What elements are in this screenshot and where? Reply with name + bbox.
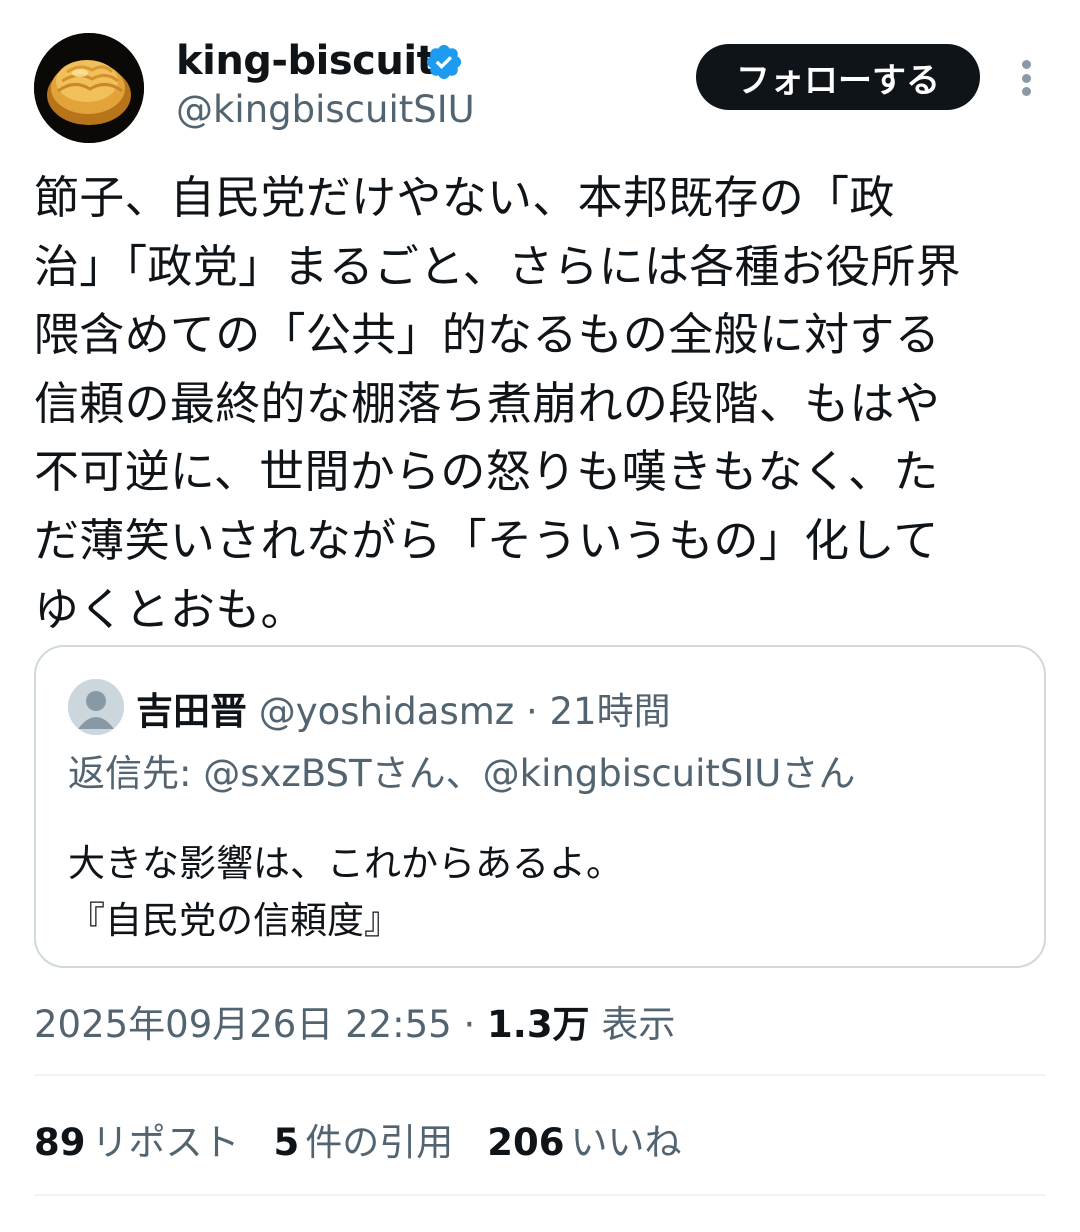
quoted-tweet-card[interactable]: 吉田晋 @yoshidasmz · 21時間 返信先: @sxzBSTさん、@k… xyxy=(34,645,1046,968)
tweet-datetime[interactable]: 2025年09月26日 22:55 xyxy=(34,1003,452,1046)
tweet-meta: 2025年09月26日 22:55 · 1.3万 表示 xyxy=(34,994,675,1048)
tweet-text-line: ゆくとおも。 xyxy=(34,582,306,636)
reposts-count: 89 xyxy=(34,1121,86,1164)
views-count: 1.3万 xyxy=(487,1003,590,1046)
quoted-tweet-text: 大きな影響は、これからあるよ。 『自民党の信頼度』 xyxy=(68,835,1008,949)
quoted-author-name[interactable]: 吉田晋 xyxy=(136,690,247,733)
follow-button[interactable]: フォローする xyxy=(696,44,980,110)
more-vertical-icon[interactable] xyxy=(1006,56,1046,100)
quotes-stat[interactable]: 5 件の引用 xyxy=(274,1112,454,1166)
quoted-text-line: 大きな影響は、これからあるよ。 xyxy=(68,842,623,885)
author-display-name[interactable]: king-biscuit xyxy=(176,38,436,84)
tweet-text-line: 治」「政党」まるごと、さらには各種お役所界 xyxy=(34,239,962,293)
quoted-tweet-time[interactable]: 21時間 xyxy=(550,690,671,733)
default-avatar-icon[interactable] xyxy=(68,679,124,735)
views-label: 表示 xyxy=(601,1003,676,1046)
author-avatar[interactable] xyxy=(34,33,144,143)
quotes-count: 5 xyxy=(273,1121,300,1164)
quotes-label: 件の引用 xyxy=(305,1121,454,1164)
quoted-text-line: 『自民党の信頼度』 xyxy=(68,899,401,942)
likes-label: いいね xyxy=(570,1121,682,1164)
tweet-text-line: 不可逆に、世間からの怒りも嘆きもなく、た xyxy=(34,445,939,499)
tweet-text: 節子、自民党だけやない、本邦既存の「政 治」「政党」まるごと、さらには各種お役所… xyxy=(34,164,1046,644)
engagement-stats: 89 リポスト 5 件の引用 206 いいね xyxy=(34,1112,681,1166)
reposts-label: リポスト xyxy=(91,1121,240,1164)
author-handle[interactable]: @kingbiscuitSIU xyxy=(176,88,475,131)
quoted-tweet-header: 吉田晋 @yoshidasmz · 21時間 xyxy=(136,681,671,735)
tweet-detail: king-biscuit @kingbiscuitSIU フォローする 節子、自… xyxy=(0,0,1080,1232)
more-dot xyxy=(1021,73,1031,83)
divider xyxy=(34,1074,1046,1076)
meta-separator: · xyxy=(463,1003,476,1046)
divider xyxy=(34,1194,1046,1196)
reposts-stat[interactable]: 89 リポスト xyxy=(34,1112,240,1166)
header-separator: · xyxy=(525,690,538,733)
reply-to-line: 返信先: @sxzBSTさん、@kingbiscuitSIUさん xyxy=(68,752,856,795)
default-avatar-image xyxy=(68,679,124,735)
biscuit-avatar-image xyxy=(34,33,144,143)
likes-count: 206 xyxy=(487,1121,565,1164)
tweet-text-line: 信頼の最終的な棚落ち煮崩れの段階、もはや xyxy=(34,376,941,430)
tweet-text-line: 節子、自民党だけやない、本邦既存の「政 xyxy=(34,171,895,224)
tweet-text-line: 隈含めての「公共」的なるもの全般に対する xyxy=(34,308,941,362)
more-dot xyxy=(1021,60,1031,69)
more-dot xyxy=(1021,87,1031,96)
likes-stat[interactable]: 206 いいね xyxy=(487,1112,681,1166)
quoted-author-handle[interactable]: @yoshidasmz xyxy=(259,690,514,733)
verified-badge-icon xyxy=(426,44,462,80)
tweet-text-line: だ薄笑いされながら「そういうもの」化して xyxy=(34,513,939,567)
